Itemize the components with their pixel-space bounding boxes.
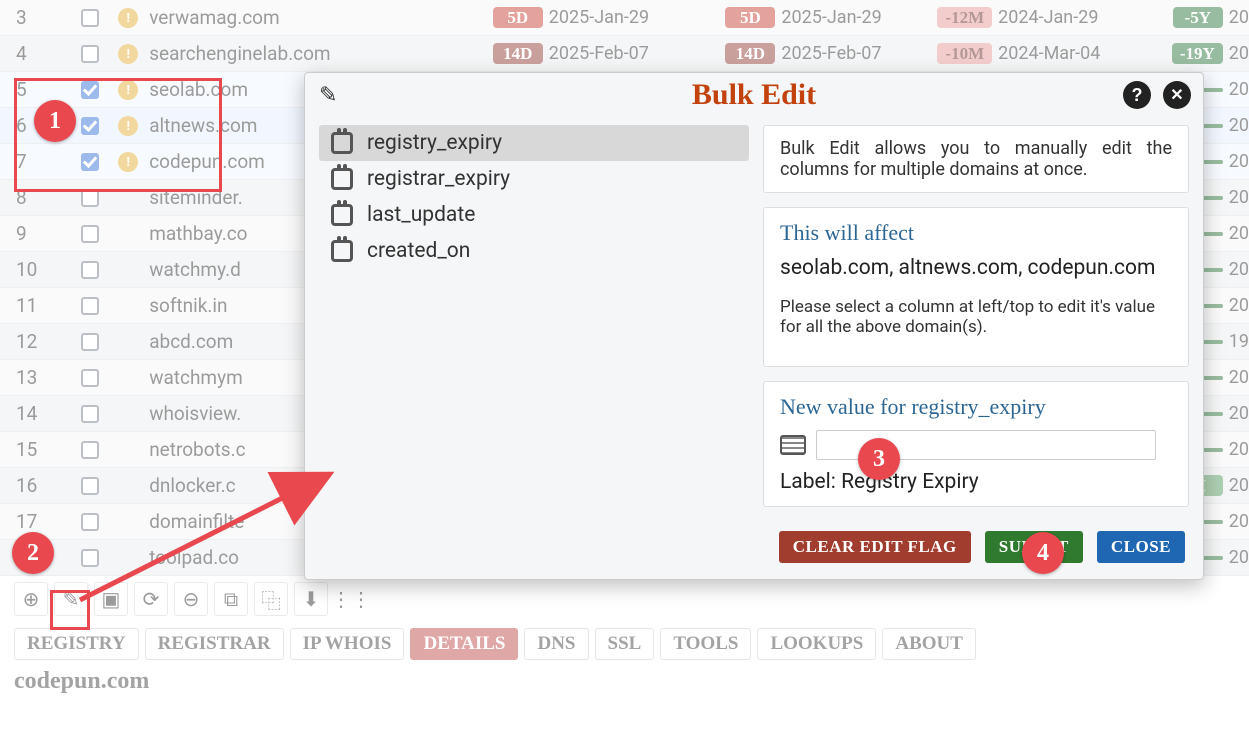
calendar-icon: [331, 240, 353, 262]
column-item-registry_expiry[interactable]: registry_expiry: [319, 125, 749, 161]
column-item-registrar_expiry[interactable]: registrar_expiry: [319, 161, 749, 197]
bulk-edit-dialog: ✎ Bulk Edit ? ✕ registry_expiry registrar…: [304, 72, 1204, 580]
intro-text: Bulk Edit allows you to manually edit th…: [780, 138, 1172, 180]
affect-domain-list: seolab.com, altnews.com, codepun.com: [780, 256, 1172, 280]
column-item-created_on[interactable]: created_on: [319, 233, 749, 269]
calendar-icon: [331, 204, 353, 226]
column-item-last_update[interactable]: last_update: [319, 197, 749, 233]
affect-hint: Please select a column at left/top to ed…: [780, 297, 1172, 337]
keyboard-icon: [780, 435, 806, 455]
newvalue-label: Label: Registry Expiry: [780, 470, 1172, 494]
column-item-label: registry_expiry: [367, 131, 502, 155]
column-item-label: registrar_expiry: [367, 167, 510, 191]
dialog-footer: CLEAR EDIT FLAG SUBMIT CLOSE: [305, 521, 1203, 579]
close-icon[interactable]: ✕: [1163, 81, 1191, 109]
intro-card: Bulk Edit allows you to manually edit th…: [763, 125, 1189, 193]
affect-heading: This will affect: [780, 220, 1172, 246]
calendar-icon: [331, 168, 353, 190]
clear-edit-flag-button[interactable]: CLEAR EDIT FLAG: [779, 531, 971, 563]
column-list: registry_expiry registrar_expiry last_upda…: [319, 125, 749, 507]
column-item-label: created_on: [367, 239, 470, 263]
submit-button[interactable]: SUBMIT: [985, 531, 1083, 563]
affect-card: This will affect seolab.com, altnews.com…: [763, 207, 1189, 367]
dialog-header: ✎ Bulk Edit ? ✕: [305, 73, 1203, 117]
dialog-title: Bulk Edit: [692, 78, 816, 112]
newvalue-card: New value for registry_expiry Label: Reg…: [763, 381, 1189, 507]
calendar-icon: [331, 132, 353, 154]
close-button[interactable]: CLOSE: [1097, 531, 1185, 563]
help-icon[interactable]: ?: [1123, 81, 1151, 109]
column-item-label: last_update: [367, 203, 475, 227]
newvalue-heading: New value for registry_expiry: [780, 394, 1172, 420]
newvalue-input[interactable]: [816, 430, 1156, 460]
pencil-icon: ✎: [319, 83, 337, 108]
